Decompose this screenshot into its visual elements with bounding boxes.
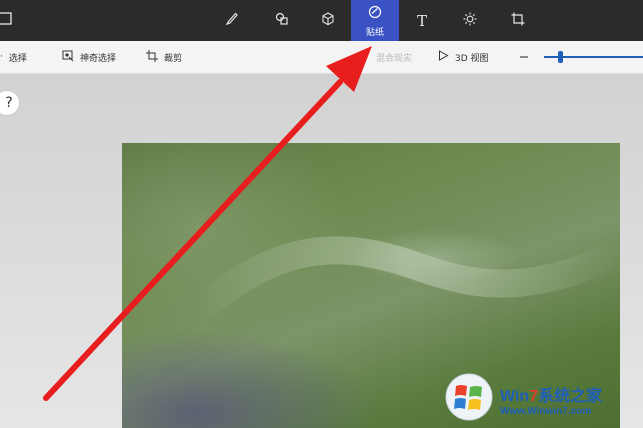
site-watermark: Win7系统之家 Www.Winwin7.com — [444, 373, 640, 425]
2d-shapes-icon — [274, 11, 290, 31]
brush-icon — [224, 11, 240, 31]
crop-button[interactable]: 裁剪 — [146, 41, 182, 73]
3d-view-button[interactable]: 3D 视图 — [438, 41, 489, 73]
magic-select-icon — [62, 50, 74, 65]
canvas-icon — [510, 11, 526, 31]
select-label: 选择 — [8, 53, 27, 64]
3d-shapes-icon — [320, 11, 336, 31]
mixed-reality-button[interactable]: 混合现实 — [376, 41, 412, 73]
select-button[interactable]: ⋅ 选择 — [0, 41, 27, 73]
windows-logo-icon — [444, 372, 494, 426]
crop-icon — [146, 49, 158, 65]
tool-options-toolbar: ⋅ 选择 神奇选择 裁剪 混合现实 3D 视图 — [0, 41, 643, 74]
brushes-tool-button[interactable] — [210, 0, 254, 41]
zoom-slider[interactable] — [518, 49, 643, 65]
watermark-url: Www.Winwin7.com — [500, 405, 592, 417]
2d-shapes-tool-button[interactable] — [260, 0, 304, 41]
magic-select-button[interactable]: 神奇选择 — [62, 41, 116, 73]
help-button[interactable]: ? — [0, 90, 20, 116]
canvas-tool-button[interactable] — [496, 0, 540, 41]
3d-shapes-tool-button[interactable] — [306, 0, 350, 41]
select-icon: ⋅ — [0, 52, 3, 62]
stickers-tab-label: 贴纸 — [365, 27, 384, 38]
stickers-tool-button[interactable]: 贴纸 — [351, 0, 399, 41]
3d-view-label: 3D 视图 — [455, 53, 489, 64]
effects-icon — [462, 11, 478, 31]
effects-tool-button[interactable] — [448, 0, 492, 41]
text-icon: T — [416, 11, 427, 30]
mixed-reality-label: 混合现实 — [376, 53, 413, 64]
top-menu-bar: 贴纸 T — [0, 0, 643, 41]
magic-select-label: 神奇选择 — [80, 53, 117, 64]
play-3d-view-icon — [438, 50, 449, 64]
stickers-icon — [367, 4, 383, 24]
text-tool-button[interactable]: T — [400, 0, 444, 41]
crop-label: 裁剪 — [164, 53, 183, 64]
watermark-brand: Win7系统之家 — [500, 385, 603, 405]
menu-icon[interactable] — [0, 10, 14, 25]
